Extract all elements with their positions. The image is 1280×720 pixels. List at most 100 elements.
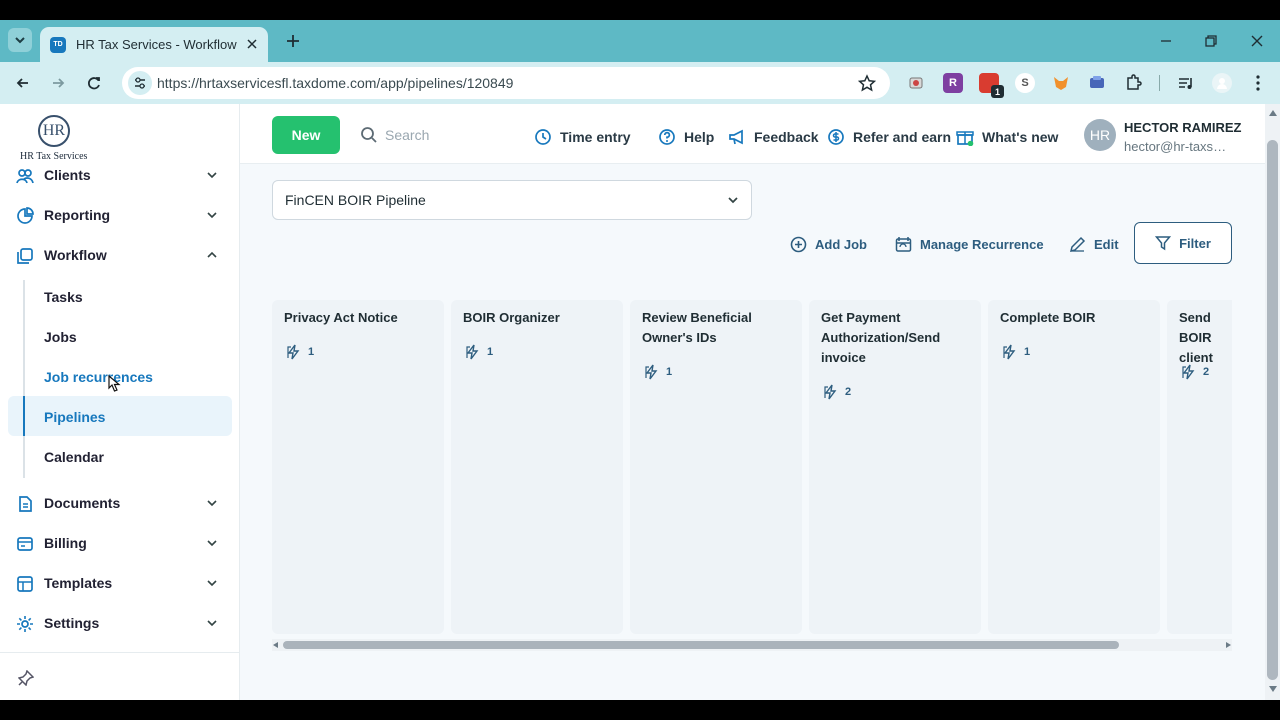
clients-icon <box>16 169 34 184</box>
edit-label: Edit <box>1094 236 1119 252</box>
close-window-icon[interactable] <box>1245 30 1269 52</box>
profile-icon[interactable] <box>1212 73 1232 93</box>
chevron-down-icon <box>207 172 217 179</box>
sidebar-item-templates[interactable]: Templates <box>8 564 232 604</box>
extension-s-icon[interactable]: S <box>1015 73 1035 93</box>
avatar[interactable]: HR <box>1084 119 1116 151</box>
minimize-window-icon[interactable] <box>1154 30 1178 52</box>
stage-column[interactable]: Send BOIR client 2 <box>1167 300 1232 634</box>
pipeline-select-value: FinCEN BOIR Pipeline <box>285 192 426 208</box>
sidebar-label-reporting: Reporting <box>44 207 111 223</box>
extension-blue-icon[interactable] <box>1087 73 1107 93</box>
whats-new-link[interactable]: What's new <box>956 127 1058 147</box>
filter-button[interactable]: Filter <box>1134 222 1232 264</box>
reload-icon[interactable] <box>81 71 107 95</box>
restore-window-icon[interactable] <box>1199 30 1223 52</box>
sidebar-item-documents[interactable]: Documents <box>8 484 232 524</box>
taxdome-favicon-icon: TD <box>50 36 66 53</box>
templates-icon <box>17 576 33 592</box>
stage-column[interactable]: Review Beneficial Owner's IDs 1 <box>630 300 802 634</box>
whats-new-label: What's new <box>982 129 1059 145</box>
stage-job-count[interactable]: 1 <box>644 364 672 380</box>
pin-sidebar-icon[interactable] <box>18 670 34 686</box>
browser-tab-workflow[interactable]: TD HR Tax Services - Workflow <box>40 27 268 62</box>
sidebar-item-settings[interactable]: Settings <box>8 604 232 644</box>
extension-calendar-icon[interactable]: 1 <box>979 73 1004 98</box>
sidebar-item-workflow[interactable]: Workflow <box>8 236 232 276</box>
stage-count-value: 2 <box>1203 366 1210 378</box>
megaphone-icon <box>729 129 743 145</box>
pipelines-page: FinCEN BOIR Pipeline Add Job Manage Recu… <box>240 164 1265 700</box>
help-link[interactable]: Help <box>658 127 714 147</box>
forward-icon[interactable] <box>45 71 71 95</box>
close-tab-icon[interactable] <box>244 36 260 52</box>
new-button[interactable]: New <box>272 116 340 154</box>
page-vertical-scrollbar[interactable] <box>1265 104 1280 700</box>
automation-lightning-icon <box>645 364 658 380</box>
manage-recurrence-button[interactable]: Manage Recurrence <box>895 234 1044 254</box>
scroll-up-arrow-icon[interactable] <box>1269 110 1277 116</box>
feedback-link[interactable]: Feedback <box>728 127 819 147</box>
user-email: hector@hr-taxse... <box>1124 139 1230 154</box>
stage-column[interactable]: Get Payment Authorization/Send invoice 2 <box>809 300 981 634</box>
browser-menu-icon[interactable] <box>1248 73 1268 93</box>
tab-list-button[interactable] <box>8 28 32 52</box>
sidebar-item-calendar[interactable]: Calendar <box>44 449 104 465</box>
stage-job-count[interactable]: 2 <box>1181 364 1209 380</box>
board-scroll-thumb[interactable] <box>283 641 1119 649</box>
stage-column[interactable]: Complete BOIR 1 <box>988 300 1160 634</box>
scroll-left-arrow-icon[interactable] <box>273 642 278 648</box>
back-icon[interactable] <box>10 71 36 95</box>
extension-r-icon[interactable]: R <box>943 73 963 93</box>
browser-window: TD HR Tax Services - Workflow https://hr… <box>0 0 1280 720</box>
sidebar-label-workflow: Workflow <box>44 247 107 263</box>
page-scroll-thumb[interactable] <box>1267 140 1278 680</box>
address-bar[interactable]: https://hrtaxservicesfl.taxdome.com/app/… <box>122 67 890 99</box>
sidebar-item-pipelines[interactable]: Pipelines <box>44 409 105 425</box>
new-tab-plus-icon[interactable] <box>282 30 304 52</box>
filter-label: Filter <box>1179 235 1211 251</box>
browser-toolbar: https://hrtaxservicesfl.taxdome.com/app/… <box>0 62 1280 104</box>
help-icon <box>659 129 675 145</box>
toolbar-divider <box>1159 75 1160 91</box>
media-controls-icon[interactable] <box>1176 73 1196 93</box>
stage-title: Complete BOIR <box>1000 310 1096 325</box>
extension-generic-icon[interactable] <box>906 73 926 93</box>
automation-lightning-icon <box>1182 364 1195 380</box>
sidebar-item-clients[interactable]: Clients <box>8 156 232 196</box>
refer-and-earn-link[interactable]: Refer and earn <box>827 127 951 147</box>
pipeline-select[interactable]: FinCEN BOIR Pipeline <box>272 180 752 220</box>
sidebar-item-reporting[interactable]: Reporting <box>8 196 232 236</box>
chevron-down-icon <box>207 212 217 219</box>
manage-recurrence-label: Manage Recurrence <box>920 236 1044 252</box>
scroll-right-arrow-icon[interactable] <box>1226 642 1231 648</box>
stage-title: Send BOIR client <box>1179 310 1213 365</box>
stage-job-count[interactable]: 2 <box>823 384 851 400</box>
billing-icon <box>17 537 33 551</box>
edit-button[interactable]: Edit <box>1069 234 1119 254</box>
user-name[interactable]: HECTOR RAMIREZ <box>1124 120 1241 135</box>
stage-job-count[interactable]: 1 <box>1002 344 1030 360</box>
time-entry-link[interactable]: Time entry <box>534 127 631 147</box>
sidebar-item-jobs[interactable]: Jobs <box>44 329 77 345</box>
bookmark-star-icon[interactable] <box>858 74 876 92</box>
logo-monogram-icon: HR <box>38 115 70 147</box>
scroll-down-arrow-icon[interactable] <box>1269 686 1277 692</box>
stage-column[interactable]: Privacy Act Notice 1 <box>272 300 444 634</box>
stage-job-count[interactable]: 1 <box>286 344 314 360</box>
extensions-puzzle-icon[interactable] <box>1123 73 1143 93</box>
documents-icon <box>19 496 32 512</box>
add-job-button[interactable]: Add Job <box>790 234 867 254</box>
stage-count-value: 1 <box>308 346 315 358</box>
site-settings-icon[interactable] <box>128 71 152 95</box>
search-input[interactable]: Search <box>360 124 500 146</box>
sidebar-item-billing[interactable]: Billing <box>8 524 232 564</box>
stage-column[interactable]: BOIR Organizer 1 <box>451 300 623 634</box>
sidebar-item-tasks[interactable]: Tasks <box>44 289 83 305</box>
sidebar-item-job-recurrences[interactable]: Job recurrences <box>44 369 153 385</box>
extension-fox-icon[interactable] <box>1051 73 1071 93</box>
hr-tax-services-logo[interactable]: HR HR Tax Services <box>20 112 90 162</box>
board-horizontal-scrollbar[interactable] <box>272 639 1232 651</box>
stage-job-count[interactable]: 1 <box>465 344 493 360</box>
sidebar: HR HR Tax Services Clients Reporting Wor… <box>0 104 240 700</box>
